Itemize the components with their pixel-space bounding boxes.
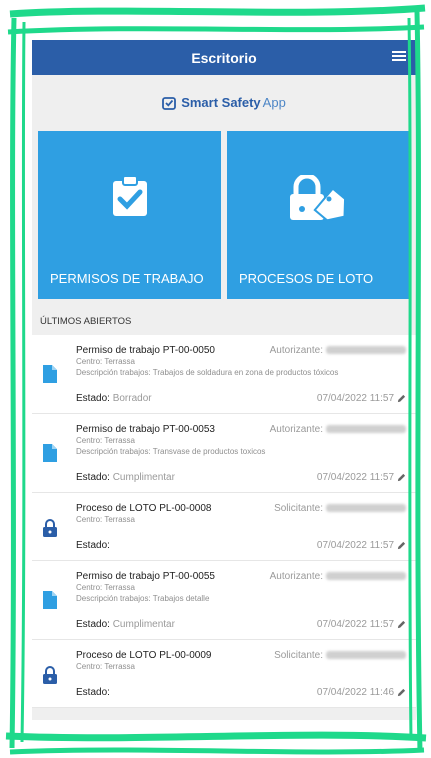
brand-name: Smart Safety xyxy=(181,95,261,110)
item-role: Solicitante: xyxy=(274,650,406,661)
estado-value: Cumplimentar xyxy=(112,472,175,483)
estado-label: Estado: xyxy=(76,472,110,483)
tiles-grid: PERMISOS DE TRABAJO PROCESOS DE LOTO xyxy=(32,131,416,299)
document-icon xyxy=(43,444,57,462)
item-date: 07/04/2022 11:57 xyxy=(316,540,394,551)
icon-column xyxy=(32,414,76,492)
item-body: Proceso de LOTO PL-00-0008 Solicitante: … xyxy=(76,493,416,560)
item-role: Autorizante: xyxy=(270,571,406,582)
list-item[interactable]: Permiso de trabajo PT-00-0053 Autorizant… xyxy=(32,414,416,493)
item-title: Proceso de LOTO PL-00-0008 xyxy=(76,503,212,514)
item-header: Permiso de trabajo PT-00-0055 Autorizant… xyxy=(76,571,406,582)
item-descripcion: Descripción trabajos: Trabajos de soldad… xyxy=(76,368,339,377)
item-footer: Estado: 07/04/2022 11:57 xyxy=(76,540,406,551)
item-footer: Estado: Cumplimentar 07/04/2022 11:57 xyxy=(76,619,406,630)
brand-suffix: App xyxy=(262,95,286,110)
pencil-icon[interactable] xyxy=(397,620,406,629)
role-label: Autorizante: xyxy=(269,424,323,435)
pencil-icon[interactable] xyxy=(397,541,406,550)
estado-label: Estado: xyxy=(76,540,110,551)
role-label: Autorizante: xyxy=(269,571,323,582)
item-centro: Centro: Terrassa xyxy=(76,357,135,366)
page-title: Escritorio xyxy=(191,49,257,66)
document-icon xyxy=(43,591,57,609)
item-body: Permiso de trabajo PT-00-0055 Autorizant… xyxy=(76,561,416,639)
item-header: Proceso de LOTO PL-00-0008 Solicitante: xyxy=(76,503,406,514)
redacted-name xyxy=(326,346,406,355)
app-screen: Escritorio Smart Safety App PERMISOS DE … xyxy=(32,40,416,720)
item-date: 07/04/2022 11:57 xyxy=(316,393,394,404)
item-header: Permiso de trabajo PT-00-0050 Autorizant… xyxy=(76,345,406,356)
estado-value: Borrador xyxy=(112,393,152,404)
list-item[interactable]: Proceso de LOTO PL-00-0008 Solicitante: … xyxy=(32,493,416,561)
role-label: Solicitante: xyxy=(274,503,323,514)
redacted-name xyxy=(326,572,406,581)
item-centro: Centro: Terrassa xyxy=(76,436,135,445)
item-header: Permiso de trabajo PT-00-0053 Autorizant… xyxy=(76,424,406,435)
estado-label: Estado: xyxy=(76,393,110,404)
pencil-icon[interactable] xyxy=(397,688,406,697)
icon-column xyxy=(32,561,76,639)
item-footer: Estado: Borrador 07/04/2022 11:57 xyxy=(76,393,406,404)
item-title: Permiso de trabajo PT-00-0055 xyxy=(76,571,215,582)
item-descripcion: Descripción trabajos: Trabajos detalle xyxy=(76,594,210,603)
item-title: Proceso de LOTO PL-00-0009 xyxy=(76,650,212,661)
brand-logo: Smart Safety App xyxy=(32,75,416,130)
item-title: Permiso de trabajo PT-00-0050 xyxy=(76,345,215,356)
item-centro: Centro: Terrassa xyxy=(76,662,135,671)
tile-label: PROCESOS DE LOTO xyxy=(239,271,374,286)
redacted-name xyxy=(326,651,406,660)
role-label: Autorizante: xyxy=(269,345,323,356)
lock-icon xyxy=(43,666,57,684)
pencil-icon[interactable] xyxy=(397,394,406,403)
icon-column xyxy=(32,335,76,413)
icon-column xyxy=(32,640,76,707)
section-title: ÚLTIMOS ABIERTOS xyxy=(40,316,132,327)
estado-value: Cumplimentar xyxy=(112,619,175,630)
item-footer: Estado: Cumplimentar 07/04/2022 11:57 xyxy=(76,472,406,483)
tile-label: PERMISOS DE TRABAJO xyxy=(50,271,204,286)
item-body: Proceso de LOTO PL-00-0009 Solicitante: … xyxy=(76,640,416,707)
list-item[interactable]: Permiso de trabajo PT-00-0055 Autorizant… xyxy=(32,561,416,640)
lock-icon xyxy=(43,519,57,537)
item-date: 07/04/2022 11:57 xyxy=(316,472,394,483)
item-centro: Centro: Terrassa xyxy=(76,583,135,592)
item-centro: Centro: Terrassa xyxy=(76,515,135,524)
icon-column xyxy=(32,493,76,560)
item-date: 07/04/2022 11:46 xyxy=(316,687,394,698)
item-header: Proceso de LOTO PL-00-0009 Solicitante: xyxy=(76,650,406,661)
app-bar: Escritorio xyxy=(32,40,416,75)
hamburger-menu-icon[interactable] xyxy=(392,49,406,65)
item-role: Autorizante: xyxy=(270,424,406,435)
document-icon xyxy=(43,365,57,383)
item-date: 07/04/2022 11:57 xyxy=(316,619,394,630)
item-descripcion: Descripción trabajos: Transvase de produ… xyxy=(76,447,266,456)
tile-permisos-trabajo[interactable]: PERMISOS DE TRABAJO xyxy=(38,131,221,299)
tile-procesos-loto[interactable]: PROCESOS DE LOTO xyxy=(227,131,410,299)
role-label: Solicitante: xyxy=(274,650,323,661)
shield-check-icon xyxy=(162,96,177,110)
lock-tag-icon xyxy=(289,175,346,222)
item-title: Permiso de trabajo PT-00-0053 xyxy=(76,424,215,435)
list-item[interactable]: Proceso de LOTO PL-00-0009 Solicitante: … xyxy=(32,640,416,708)
item-role: Autorizante: xyxy=(270,345,406,356)
list-item[interactable]: Permiso de trabajo PT-00-0050 Autorizant… xyxy=(32,335,416,414)
estado-label: Estado: xyxy=(76,619,110,630)
redacted-name xyxy=(326,425,406,434)
recent-list: Permiso de trabajo PT-00-0050 Autorizant… xyxy=(32,335,416,708)
redacted-name xyxy=(326,504,406,513)
item-footer: Estado: 07/04/2022 11:46 xyxy=(76,687,406,698)
item-body: Permiso de trabajo PT-00-0050 Autorizant… xyxy=(76,335,416,413)
item-body: Permiso de trabajo PT-00-0053 Autorizant… xyxy=(76,414,416,492)
estado-label: Estado: xyxy=(76,687,110,698)
clipboard-check-icon xyxy=(112,175,147,216)
item-role: Solicitante: xyxy=(274,503,406,514)
pencil-icon[interactable] xyxy=(397,473,406,482)
